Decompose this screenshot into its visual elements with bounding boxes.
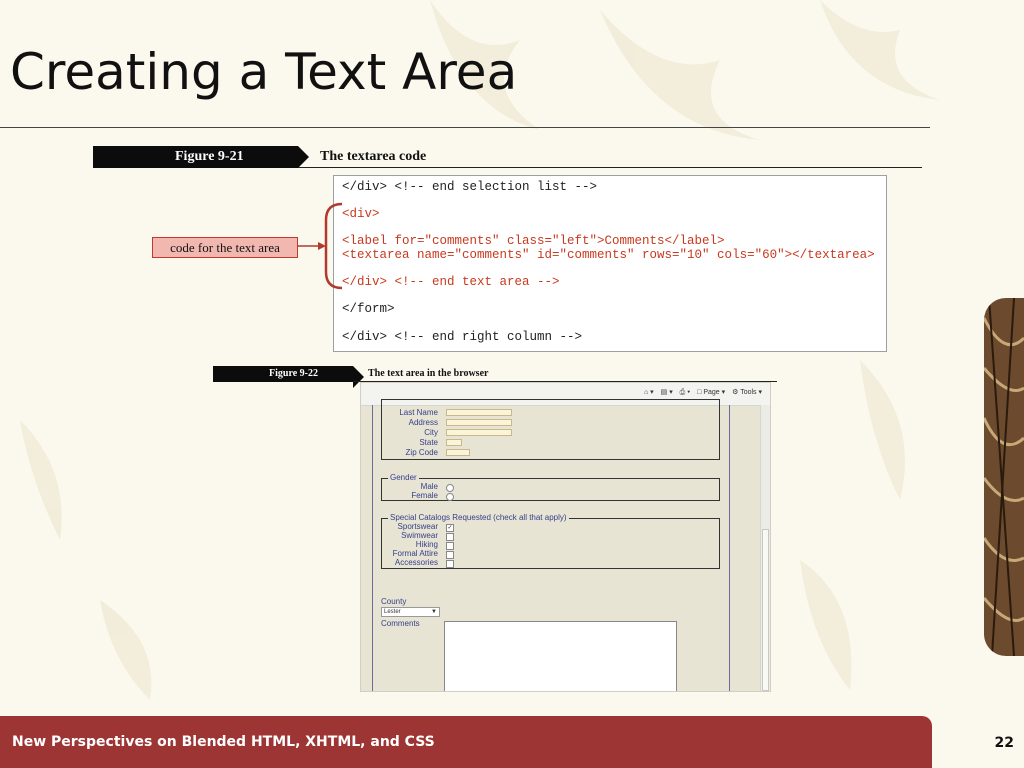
page-menu-button[interactable]: □ Page ▾: [697, 388, 725, 396]
chevron-down-icon: ▼: [431, 609, 437, 615]
page-scrollbar[interactable]: [760, 405, 770, 691]
web-page: Last Name Address City State Zip Code Ge…: [372, 399, 730, 691]
city-input[interactable]: [446, 429, 512, 436]
address-input[interactable]: [446, 419, 512, 426]
code-line: </form>: [342, 302, 395, 316]
code-line: <div>: [342, 207, 380, 221]
county-label: County: [381, 597, 407, 606]
wood-texture-image: [984, 298, 1024, 656]
field-label: Zip Code: [405, 448, 438, 457]
swimwear-checkbox[interactable]: [446, 533, 454, 541]
feeds-icon[interactable]: ▤ ▾: [661, 388, 673, 396]
print-icon[interactable]: ⎙ ▾: [680, 389, 691, 397]
comments-textarea[interactable]: [444, 621, 677, 691]
code-line: <textarea name="comments" id="comments" …: [342, 248, 875, 262]
comments-label: Comments: [381, 619, 420, 628]
field-label: Address: [408, 418, 438, 427]
option-label: Accessories: [394, 558, 438, 567]
address-fieldset: Last Name Address City State Zip Code: [381, 399, 720, 460]
formal-attire-checkbox[interactable]: [446, 551, 454, 559]
slide-footer: New Perspectives on Blended HTML, XHTML,…: [0, 716, 932, 768]
code-line: </div> <!-- end right column -->: [342, 330, 583, 344]
field-label: State: [419, 438, 438, 447]
catalogs-fieldset: Special Catalogs Requested (check all th…: [381, 513, 720, 569]
county-select[interactable]: Lester ▼: [381, 607, 440, 617]
page-number: 22: [994, 735, 1014, 751]
state-input[interactable]: [446, 439, 462, 446]
figure-9-22-label: Figure 9-22: [213, 366, 364, 388]
slide-title: Creating a Text Area: [10, 43, 518, 101]
callout-label: code for the text area: [152, 237, 298, 258]
home-icon[interactable]: ⌂ ▾: [644, 388, 654, 396]
sportswear-checkbox[interactable]: ✓: [446, 524, 454, 532]
accessories-checkbox[interactable]: [446, 560, 454, 568]
female-radio[interactable]: [446, 493, 454, 501]
option-label: Female: [411, 491, 438, 500]
figure-9-21-label: Figure 9-21: [93, 146, 309, 168]
footer-text: New Perspectives on Blended HTML, XHTML,…: [12, 734, 435, 750]
code-line: </div> <!-- end selection list -->: [342, 180, 598, 194]
code-line: <label for="comments" class="left">Comme…: [342, 234, 725, 248]
browser-window: ⌂ ▾ ▤ ▾ ⎙ ▾ □ Page ▾ ⚙ Tools ▾ Last Name…: [360, 382, 771, 692]
last-name-input[interactable]: [446, 409, 512, 416]
gender-fieldset: Gender Male Female: [381, 473, 720, 501]
title-divider: [0, 127, 930, 128]
tools-menu-button[interactable]: ⚙ Tools ▾: [732, 388, 762, 396]
male-radio[interactable]: [446, 484, 454, 492]
figure-9-22-caption: The text area in the browser: [368, 368, 489, 379]
figure-9-21-caption: The textarea code: [320, 149, 427, 164]
code-line: </div> <!-- end text area -->: [342, 275, 560, 289]
field-label: City: [424, 428, 438, 437]
gender-legend: Gender: [388, 473, 419, 483]
field-label: Last Name: [399, 408, 438, 417]
code-panel: </div> <!-- end selection list --> <div>…: [333, 175, 887, 352]
zip-code-input[interactable]: [446, 449, 470, 456]
callout-bracket-arrow: [296, 202, 343, 290]
scrollbar-thumb[interactable]: [762, 529, 769, 691]
figure-9-22-banner: Figure 9-22 The text area in the browser: [213, 366, 777, 388]
figure-9-21-banner: Figure 9-21 The textarea code: [93, 146, 922, 168]
hiking-checkbox[interactable]: [446, 542, 454, 550]
